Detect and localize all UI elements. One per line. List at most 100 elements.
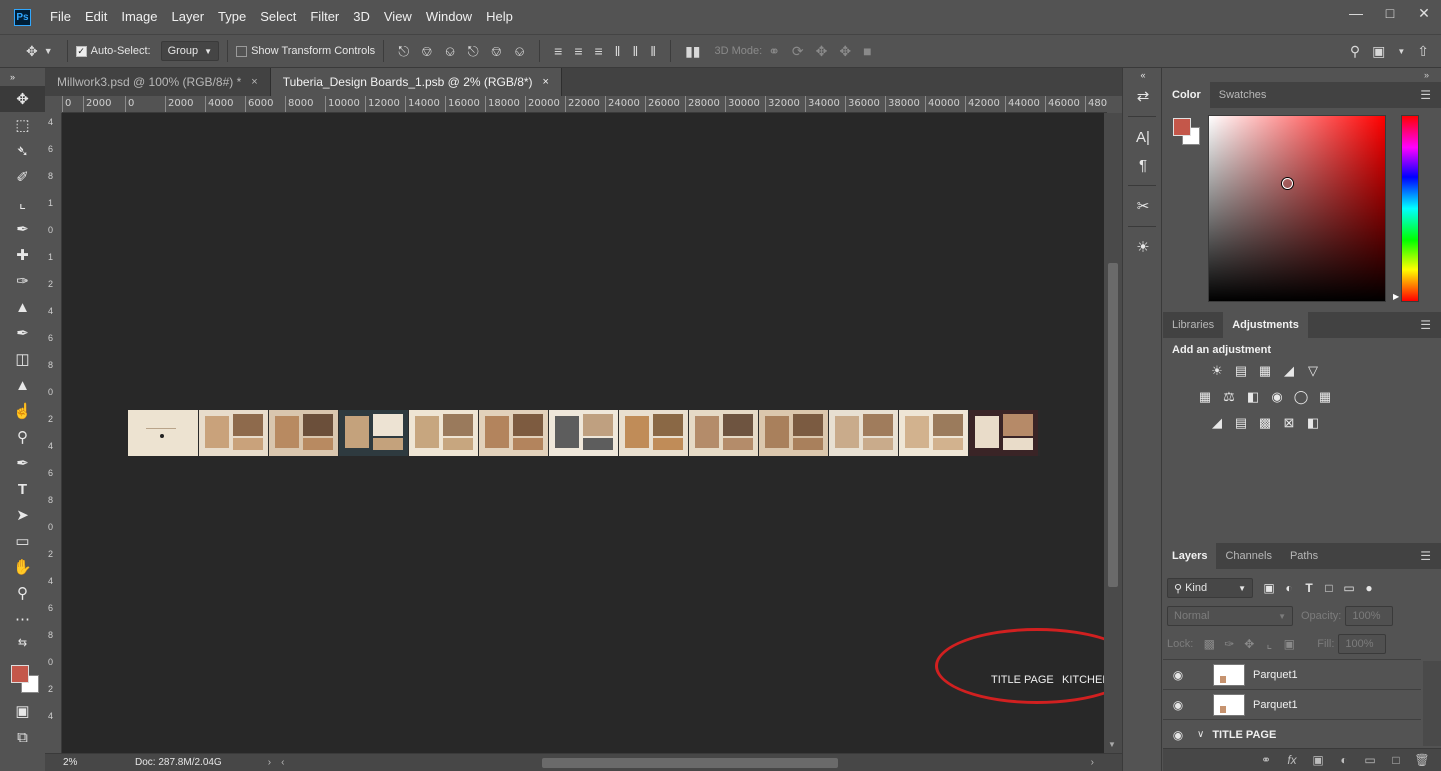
gradient-map-icon[interactable]: ◧: [1304, 414, 1322, 432]
invert-icon[interactable]: ◢: [1208, 414, 1226, 432]
tab-layers[interactable]: Layers: [1163, 543, 1217, 569]
horizontal-scrollbar-thumb[interactable]: [542, 758, 838, 768]
type-tool-icon[interactable]: T: [0, 476, 45, 502]
history-panel-icon[interactable]: ⇄: [1123, 82, 1163, 110]
hand-tool-icon[interactable]: ✋: [0, 554, 45, 580]
document-tab[interactable]: Millwork3.psd @ 100% (RGB/8#) * ×: [45, 68, 271, 96]
foreground-color-swatch[interactable]: [1173, 118, 1191, 136]
paint-bucket-tool-icon[interactable]: ▲: [0, 372, 45, 398]
delete-layer-icon[interactable]: 🗑: [1413, 753, 1431, 767]
learn-panel-icon[interactable]: ☀: [1123, 233, 1163, 261]
menu-select[interactable]: Select: [253, 0, 303, 34]
workspace-icon[interactable]: ▣: [1372, 43, 1385, 60]
posterize-icon[interactable]: ▤: [1232, 414, 1250, 432]
chevron-down-icon[interactable]: ∨: [1197, 729, 1204, 740]
3d-orbit-icon[interactable]: ⚭: [768, 43, 780, 60]
visibility-eye-icon[interactable]: ◉: [1163, 668, 1193, 682]
vertical-ruler[interactable]: 46810124680246802468024: [45, 113, 62, 753]
dodge-tool-icon[interactable]: ⚲: [0, 424, 45, 450]
auto-select-target-dropdown[interactable]: Group ▼: [160, 41, 220, 61]
vibrance-icon[interactable]: ▽: [1304, 362, 1322, 380]
doc-size[interactable]: Doc: 287.8M/2.04G: [135, 757, 222, 768]
align-hcenter-icon[interactable]: ⎊: [491, 43, 502, 60]
minimize-icon[interactable]: —: [1339, 0, 1373, 26]
screen-mode-icon[interactable]: ⧉: [0, 724, 45, 750]
align-top-icon[interactable]: ⎋: [398, 43, 409, 60]
hue-slider-handle-icon[interactable]: ▶: [1393, 292, 1399, 301]
tool-presets-icon[interactable]: ✂: [1123, 192, 1163, 220]
artboard-thumbnail-title-page[interactable]: [128, 410, 198, 456]
eyedropper-tool-icon[interactable]: ✒: [0, 216, 45, 242]
search-icon[interactable]: ⚲: [1350, 43, 1360, 60]
opacity-field[interactable]: 100%: [1345, 606, 1394, 626]
panel-menu-icon[interactable]: ☰: [1420, 318, 1431, 332]
foreground-color-swatch[interactable]: [11, 665, 29, 683]
lock-position-icon[interactable]: ✥: [1239, 635, 1259, 653]
align-vcenter-icon[interactable]: ⎊: [421, 43, 432, 60]
new-layer-icon[interactable]: □: [1387, 753, 1405, 767]
character-panel-icon[interactable]: A|: [1123, 123, 1163, 151]
auto-align-icon[interactable]: ▮▮: [685, 43, 700, 60]
artboard-thumbnail[interactable]: [269, 410, 338, 456]
menu-image[interactable]: Image: [114, 0, 164, 34]
exposure-icon[interactable]: ◢: [1280, 362, 1298, 380]
artboard-thumbnail[interactable]: [969, 410, 1038, 456]
tab-swatches[interactable]: Swatches: [1210, 82, 1276, 108]
curves-icon[interactable]: ▦: [1256, 362, 1274, 380]
tab-adjustments[interactable]: Adjustments: [1223, 312, 1308, 338]
vertical-scrollbar[interactable]: ▼: [1104, 113, 1122, 753]
lock-image-icon[interactable]: ✑: [1219, 635, 1239, 653]
layer-style-icon[interactable]: fx: [1283, 753, 1301, 767]
more-tools-icon[interactable]: ⋯: [0, 606, 45, 632]
color-picker-cursor[interactable]: [1282, 178, 1293, 189]
add-mask-icon[interactable]: ▣: [1309, 753, 1327, 767]
history-brush-tool-icon[interactable]: ✒: [0, 320, 45, 346]
new-adjustment-layer-icon[interactable]: ◐: [1335, 753, 1353, 767]
close-icon[interactable]: ×: [543, 76, 549, 88]
color-balance-icon[interactable]: ⚖: [1220, 388, 1238, 406]
pen-tool-icon[interactable]: ✒: [0, 450, 45, 476]
distribute-top-icon[interactable]: ≡: [554, 43, 562, 59]
vertical-scrollbar-thumb[interactable]: [1108, 263, 1118, 587]
layer-row[interactable]: ◉ Parquet1: [1163, 659, 1421, 689]
tab-color[interactable]: Color: [1163, 82, 1210, 108]
menu-layer[interactable]: Layer: [165, 0, 212, 34]
distribute-vcenter-icon[interactable]: ≡: [574, 43, 582, 59]
smudge-tool-icon[interactable]: ☝: [0, 398, 45, 424]
auto-select-checkbox[interactable]: ✓: [75, 45, 87, 57]
channel-mixer-icon[interactable]: ◯: [1292, 388, 1310, 406]
new-group-icon[interactable]: ▭: [1361, 753, 1379, 767]
3d-camera-icon[interactable]: ■: [863, 43, 871, 59]
menu-file[interactable]: File: [43, 0, 78, 34]
levels-icon[interactable]: ▤: [1232, 362, 1250, 380]
clone-stamp-tool-icon[interactable]: ▲: [0, 294, 45, 320]
paragraph-panel-icon[interactable]: ¶: [1123, 151, 1163, 179]
3d-pan-icon[interactable]: ✥: [816, 43, 828, 60]
scroll-left-icon[interactable]: ‹: [281, 757, 284, 768]
brightness-contrast-icon[interactable]: ☀: [1208, 362, 1226, 380]
align-right-icon[interactable]: ⎉: [514, 43, 525, 60]
hue-saturation-icon[interactable]: ▦: [1196, 388, 1214, 406]
menu-help[interactable]: Help: [479, 0, 520, 34]
artboard-thumbnail[interactable]: [199, 410, 268, 456]
zoom-tool-icon[interactable]: ⚲: [0, 580, 45, 606]
color-lookup-icon[interactable]: ▦: [1316, 388, 1334, 406]
menu-view[interactable]: View: [377, 0, 419, 34]
quick-mask-icon[interactable]: ▣: [0, 698, 45, 724]
filter-toggle-icon[interactable]: ●: [1359, 579, 1379, 597]
distribute-right-icon[interactable]: ‖: [650, 43, 656, 59]
visibility-eye-icon[interactable]: ◉: [1163, 698, 1193, 712]
artboard-thumbnail[interactable]: [829, 410, 898, 456]
layer-filter-kind-dropdown[interactable]: ⚲ Kind ▼: [1167, 578, 1253, 598]
color-spectrum-field[interactable]: [1208, 115, 1386, 302]
panel-menu-icon[interactable]: ☰: [1420, 549, 1431, 563]
panel-menu-icon[interactable]: ☰: [1420, 88, 1431, 102]
horizontal-ruler[interactable]: 0 2000 0 2000 4000 6000 8000 10000 12000 14000 160…: [62, 96, 1107, 113]
layer-row[interactable]: ◉ Parquet1: [1163, 689, 1421, 719]
close-icon[interactable]: ✕: [1407, 0, 1441, 26]
align-bottom-icon[interactable]: ⎉: [444, 43, 455, 60]
close-icon[interactable]: ×: [251, 76, 257, 88]
show-transform-controls-checkbox[interactable]: [236, 45, 248, 57]
artboard-thumbnail[interactable]: [619, 410, 688, 456]
threshold-icon[interactable]: ▩: [1256, 414, 1274, 432]
